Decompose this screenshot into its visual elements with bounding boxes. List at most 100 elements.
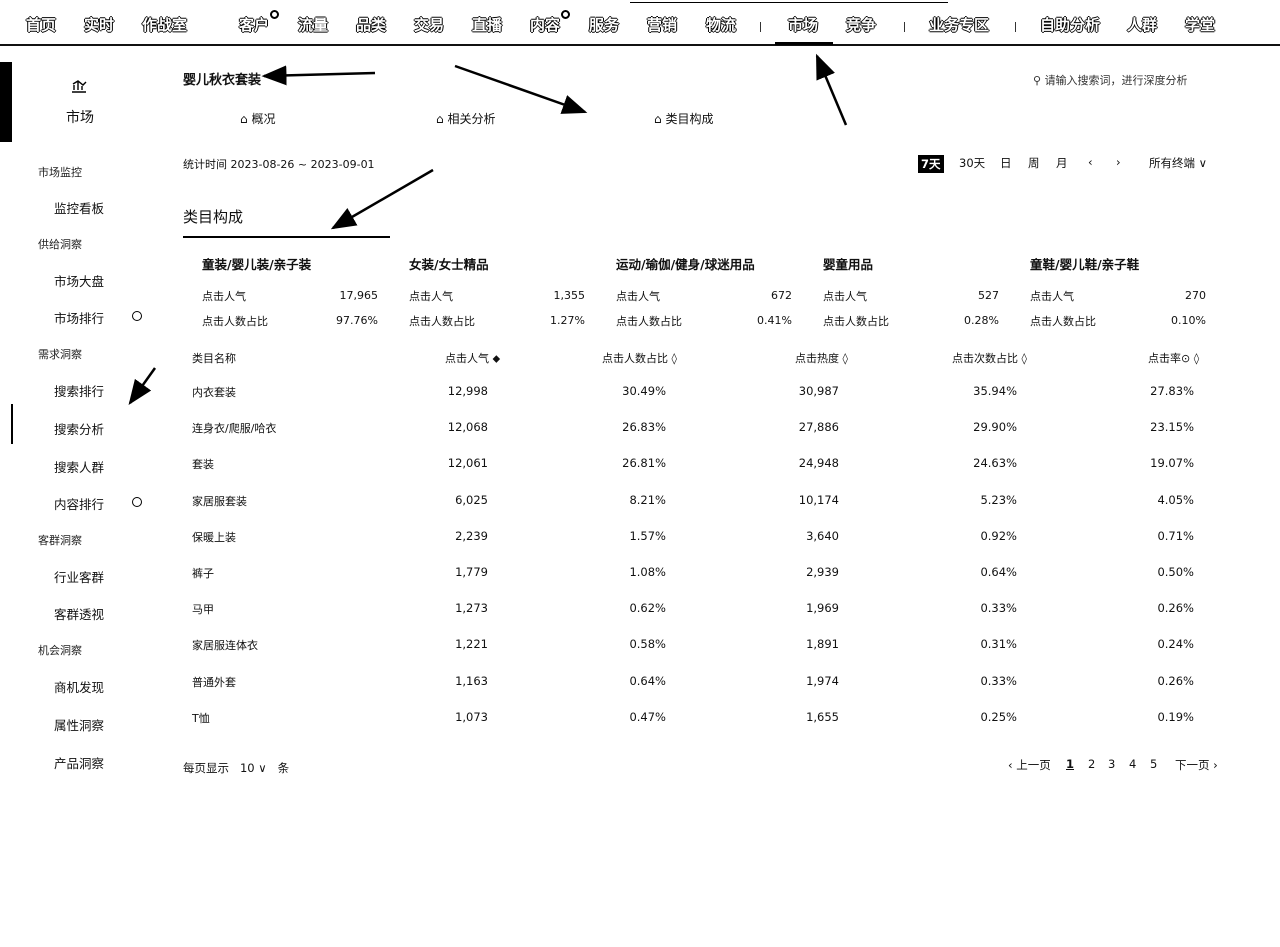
sidebar-item-monitor-board[interactable]: 监控看板 <box>54 198 104 217</box>
cell-value: 1,273 <box>455 601 488 616</box>
table-row[interactable]: T恤 1,073 0.47% 1,655 0.25% 0.19% <box>190 710 1210 730</box>
page-size-control[interactable]: 每页显示 10 ∨ 条 <box>183 760 289 776</box>
cell-value: 0.92% <box>980 528 1017 543</box>
cell-value: 10,174 <box>798 492 839 507</box>
table-row[interactable]: 内衣套装 12,998 30.49% 30,987 35.94% 27.83% <box>190 384 1210 404</box>
sidebar-item-industry-customer[interactable]: 行业客群 <box>54 567 104 586</box>
table-row[interactable]: 普通外套 1,163 0.64% 1,974 0.33% 0.26% <box>190 674 1210 694</box>
nav-item-live[interactable]: 直播 <box>472 14 502 36</box>
sidebar-item-product-insight[interactable]: 产品洞察 <box>54 753 104 772</box>
sidebar-collapse-handle[interactable] <box>0 62 12 142</box>
tab-category-composition[interactable]: ⌂ 类目构成 <box>654 110 713 127</box>
sidebar-item-market-ranking[interactable]: 市场排行 <box>54 308 104 327</box>
nav-item-traffic[interactable]: 流量 <box>298 14 328 36</box>
nav-item-content[interactable]: 内容 <box>530 10 571 36</box>
page-4[interactable]: 4 <box>1129 757 1136 771</box>
table-row[interactable]: 家居服连体衣 1,221 0.58% 1,891 0.31% 0.24% <box>190 637 1210 657</box>
page-5[interactable]: 5 <box>1150 757 1157 771</box>
table-row[interactable]: 连身衣/爬服/哈衣 12,068 26.83% 27,886 29.90% 23.15% <box>190 420 1210 440</box>
nav-item-crowd[interactable]: 人群 <box>1127 14 1157 36</box>
category-card: 童鞋/婴儿鞋/亲子鞋 点击人气 270 点击人数占比 0.10% <box>1030 257 1206 328</box>
chevron-down-icon: ∨ <box>1198 156 1208 170</box>
search-input[interactable]: 请输入搜索词，进行深度分析 <box>1045 74 1188 87</box>
notification-dot-icon <box>270 10 280 19</box>
range-week[interactable]: 周 <box>1028 155 1040 171</box>
range-month[interactable]: 月 <box>1056 155 1068 171</box>
range-day[interactable]: 日 <box>1000 155 1012 171</box>
page-3[interactable]: 3 <box>1108 757 1115 771</box>
tab-related-analysis[interactable]: ⌂ 相关分析 <box>436 110 495 127</box>
cell-value: 0.33% <box>980 673 1017 688</box>
prev-period-icon[interactable]: ‹ <box>1088 155 1093 169</box>
range-30-days[interactable]: 30天 <box>959 155 985 171</box>
nav-item-logistics[interactable]: 物流 <box>706 14 736 36</box>
cell-value: 12,068 <box>447 420 488 435</box>
nav-item-market[interactable]: 市场 <box>788 14 818 36</box>
cell-value: 1.57% <box>629 528 666 543</box>
next-period-icon[interactable]: › <box>1116 155 1121 169</box>
badge-circle-icon <box>132 497 142 507</box>
sidebar-item-attribute-insight[interactable]: 属性洞察 <box>54 715 104 734</box>
cell-category: 普通外套 <box>192 675 236 689</box>
sidebar-item-search-ranking[interactable]: 搜索排行 <box>54 381 104 400</box>
sidebar-item-search-analysis[interactable]: 搜索分析 <box>54 419 104 438</box>
page-2[interactable]: 2 <box>1088 757 1095 771</box>
nav-item-customer[interactable]: 客户 <box>239 10 280 36</box>
cell-value: 1,969 <box>806 601 839 616</box>
nav-item-self-analysis[interactable]: 自助分析 <box>1040 14 1100 36</box>
page-1[interactable]: 1 <box>1066 757 1074 771</box>
cell-value: 1,163 <box>455 673 488 688</box>
annotation-arrow <box>261 65 376 86</box>
lock-icon: ⌂ <box>240 112 252 126</box>
nav-item-marketing[interactable]: 营销 <box>647 14 677 36</box>
sidebar-active-indicator <box>11 404 13 444</box>
nav-item-competition[interactable]: 竞争 <box>846 14 876 36</box>
col-header-click-heat[interactable]: 点击热度 ◊ <box>795 350 848 366</box>
col-header-click-ratio[interactable]: 点击人数占比 ◊ <box>602 350 677 366</box>
terminal-select[interactable]: 所有终端 ∨ <box>1149 155 1207 171</box>
col-header-ctr[interactable]: 点击率⊙ ◊ <box>1148 350 1199 366</box>
nav-item-trade[interactable]: 交易 <box>414 14 444 36</box>
col-header-clicks[interactable]: 点击人气 ⬥ <box>445 350 500 366</box>
cell-value: 0.71% <box>1157 528 1194 543</box>
col-header-click-count-ratio[interactable]: 点击次数占比 ◊ <box>952 350 1027 366</box>
cell-value: 24.63% <box>973 456 1017 471</box>
sidebar-item-opportunity-discovery[interactable]: 商机发现 <box>54 677 104 696</box>
nav-item-service[interactable]: 服务 <box>589 14 619 36</box>
sidebar-item-search-crowd[interactable]: 搜索人群 <box>54 457 104 476</box>
nav-item-category[interactable]: 品类 <box>356 14 386 36</box>
prev-page-button[interactable]: ‹ 上一页 <box>1008 757 1051 773</box>
range-7-days[interactable]: 7天 <box>918 155 944 173</box>
next-page-button[interactable]: 下一页 › <box>1175 757 1218 773</box>
annotation-arrow <box>330 168 434 230</box>
sidebar-item-content-ranking[interactable]: 内容排行 <box>54 494 104 513</box>
nav-item-realtime[interactable]: 实时 <box>84 14 114 36</box>
cell-category: 内衣套装 <box>192 386 236 399</box>
cell-value: 0.24% <box>1157 637 1194 652</box>
annotation-arrow <box>815 53 848 126</box>
table-row[interactable]: 保暖上装 2,239 1.57% 3,640 0.92% 0.71% <box>190 529 1210 549</box>
cell-category: 家居服套装 <box>192 494 247 508</box>
sidebar-item-customer-insight[interactable]: 客群透视 <box>54 604 104 623</box>
cell-value: 27,886 <box>798 420 839 435</box>
table-row[interactable]: 马甲 1,273 0.62% 1,969 0.33% 0.26% <box>190 601 1210 621</box>
sidebar-item-market-overview[interactable]: 市场大盘 <box>54 271 104 290</box>
table-row[interactable]: 家居服套装 6,025 8.21% 10,174 5.23% 4.05% <box>190 493 1210 513</box>
table-row[interactable]: 套装 12,061 26.81% 24,948 24.63% 19.07% <box>190 456 1210 476</box>
table-row[interactable]: 裤子 1,779 1.08% 2,939 0.64% 0.50% <box>190 565 1210 585</box>
cell-category: T恤 <box>192 711 210 725</box>
page-size-select[interactable]: 10 ∨ <box>240 761 267 775</box>
cell-category: 保暖上装 <box>192 530 236 544</box>
sidebar-group-opportunity: 机会洞察 <box>38 644 82 657</box>
nav-item-academy[interactable]: 学堂 <box>1185 14 1215 36</box>
section-underline <box>183 236 390 238</box>
nav-separator <box>1015 22 1016 32</box>
cell-value: 8.21% <box>629 492 666 507</box>
tab-overview[interactable]: ⌂ 概况 <box>240 110 275 127</box>
nav-item-business-zone[interactable]: 业务专区 <box>929 14 989 36</box>
cell-value: 0.33% <box>980 601 1017 616</box>
search-box[interactable]: ⚲ 请输入搜索词，进行深度分析 <box>1033 72 1188 88</box>
cell-value: 12,998 <box>447 384 488 398</box>
nav-item-home[interactable]: 首页 <box>26 14 56 36</box>
nav-item-war-room[interactable]: 作战室 <box>142 14 187 36</box>
